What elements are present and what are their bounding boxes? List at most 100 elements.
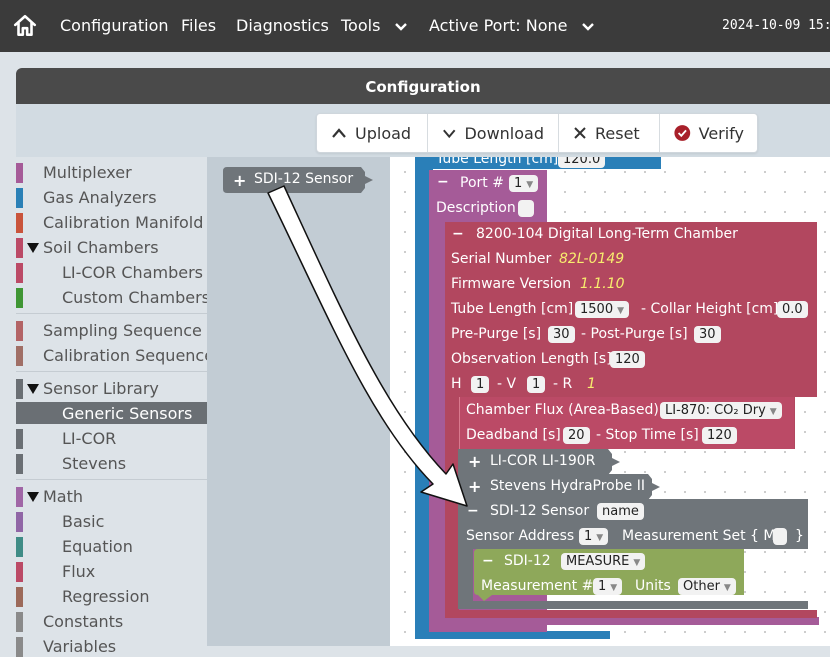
- sidebar-item-variables[interactable]: Variables: [16, 635, 207, 657]
- download-button[interactable]: Download: [428, 114, 559, 152]
- dropdown-arrow-icon: ▼: [723, 583, 731, 593]
- chevron-up-icon: [332, 128, 346, 138]
- dropdown-arrow-icon: ▼: [633, 558, 641, 568]
- upload-button[interactable]: Upload: [317, 114, 428, 152]
- category-color-bar: [16, 612, 23, 632]
- plus-icon[interactable]: +: [468, 452, 481, 471]
- sidebar-item-label: Basic: [62, 512, 105, 531]
- close-icon: [574, 127, 586, 139]
- sidebar-item-flux[interactable]: Flux: [16, 560, 207, 582]
- tube-length-value: 1500: [580, 302, 614, 317]
- home-icon[interactable]: [12, 13, 38, 39]
- prepurge-label: Pre-Purge [s]: [451, 326, 542, 342]
- check-circle-icon: [674, 125, 691, 141]
- sdi12-label: SDI-12: [504, 553, 551, 569]
- minus-icon[interactable]: −: [437, 174, 449, 190]
- sidebar-separator: [16, 479, 207, 480]
- postpurge-field[interactable]: 30: [694, 326, 721, 343]
- minus-icon[interactable]: −: [482, 553, 494, 569]
- sidebar-item-stevens[interactable]: Stevens: [16, 452, 207, 474]
- sidebar-item-licor[interactable]: LI-COR: [16, 427, 207, 449]
- serial-label: Serial Number: [451, 251, 552, 267]
- observation-length-field[interactable]: 120: [610, 351, 645, 368]
- plus-icon[interactable]: +: [233, 171, 246, 190]
- v-field[interactable]: 1: [527, 376, 546, 393]
- chamber-flux-dropdown[interactable]: LI-870: CO₂ Dry ▼: [660, 402, 782, 419]
- sdi12-name-field[interactable]: name: [597, 503, 644, 520]
- description-field[interactable]: [518, 200, 534, 217]
- stop-time-label: - Stop Time [s]: [596, 427, 699, 443]
- chamber-block-bottom: [445, 610, 817, 618]
- v-label: - V: [497, 376, 517, 392]
- firmware-value: 1.1.10: [580, 276, 625, 292]
- nav-files[interactable]: Files: [181, 16, 216, 35]
- port-label: Port #: [460, 175, 504, 191]
- tube-length-dropdown[interactable]: 1500 ▼: [575, 301, 630, 318]
- tube-length-label: Tube Length [cm]: [451, 301, 574, 317]
- sidebar-item-generic-sensors[interactable]: Generic Sensors: [16, 402, 207, 424]
- flyout-block-label[interactable]: SDI-12 Sensor: [254, 171, 353, 187]
- reset-button[interactable]: Reset: [559, 114, 660, 152]
- sidebar-item-math[interactable]: Math: [16, 485, 207, 507]
- sidebar-item-label: Generic Sensors: [62, 404, 193, 423]
- sidebar-item-sensor-library[interactable]: Sensor Library: [16, 377, 207, 399]
- description-label: Description: [436, 200, 516, 216]
- sdi12-sensor-title: SDI-12 Sensor: [490, 503, 590, 519]
- toolbar: Upload Download Reset Verify: [316, 113, 758, 153]
- prepurge-field[interactable]: 30: [548, 326, 575, 343]
- sidebar-item-calibration-manifold[interactable]: Calibration Manifold: [16, 211, 207, 233]
- category-color-bar: [16, 263, 23, 283]
- sidebar-item-licor-chambers[interactable]: LI-COR Chambers: [16, 261, 207, 283]
- deadband-field[interactable]: 20: [563, 427, 590, 444]
- sdi12-command-dropdown[interactable]: MEASURE ▼: [561, 553, 646, 570]
- nav-diagnostics[interactable]: Diagnostics: [236, 16, 329, 35]
- category-color-bar: [16, 487, 23, 507]
- category-color-bar: [16, 637, 23, 657]
- stop-time-field[interactable]: 120: [702, 427, 737, 444]
- measurement-set-field[interactable]: [773, 528, 787, 545]
- nav-configuration[interactable]: Configuration: [60, 16, 169, 35]
- sidebar-item-label: Calibration Manifold: [43, 213, 204, 232]
- verify-button[interactable]: Verify: [660, 114, 758, 152]
- nav-tools[interactable]: Tools: [341, 16, 408, 35]
- panel-header: Configuration: [16, 68, 830, 104]
- upload-label: Upload: [355, 123, 412, 143]
- category-color-bar: [16, 454, 23, 474]
- triangle-down-icon: [27, 492, 39, 502]
- sidebar-item-multiplexer[interactable]: Multiplexer: [16, 161, 207, 183]
- sidebar-item-equation[interactable]: Equation: [16, 535, 207, 557]
- nav-active-port[interactable]: Active Port: None: [429, 16, 595, 35]
- collar-height-field[interactable]: 0.0: [777, 301, 808, 318]
- sidebar-item-constants[interactable]: Constants: [16, 610, 207, 632]
- category-color-bar: [16, 562, 23, 582]
- sidebar-item-soil-chambers[interactable]: Soil Chambers: [16, 236, 207, 258]
- sidebar-item-sampling-sequence[interactable]: Sampling Sequence: [16, 319, 207, 341]
- sidebar-item-calibration-sequence[interactable]: Calibration Sequence: [16, 344, 214, 366]
- minus-icon[interactable]: −: [467, 503, 479, 519]
- sidebar-item-basic[interactable]: Basic: [16, 510, 207, 532]
- top-navbar: Configuration Files Diagnostics Tools Ac…: [0, 0, 830, 52]
- category-color-bar: [16, 429, 23, 449]
- measurement-number-dropdown[interactable]: 1 ▼: [593, 578, 623, 595]
- tube-length-top-field[interactable]: 120.0: [558, 157, 606, 168]
- sidebar-item-label: Equation: [62, 537, 133, 556]
- dropdown-arrow-icon: ▼: [769, 407, 777, 417]
- units-value: Other: [683, 579, 720, 594]
- sensor-address-dropdown[interactable]: 1 ▼: [579, 528, 609, 545]
- units-dropdown[interactable]: Other ▼: [678, 578, 736, 595]
- sidebar-item-gas-analyzers[interactable]: Gas Analyzers: [16, 186, 207, 208]
- sidebar-item-custom-chambers[interactable]: Custom Chambers: [16, 286, 210, 308]
- sidebar-item-label: Sampling Sequence: [43, 321, 202, 340]
- block-workspace[interactable]: Tube Length [cm] 120.0 − Port # 1 ▼ Descr…: [390, 157, 830, 646]
- sidebar-item-label: Sensor Library: [43, 379, 159, 398]
- plus-icon[interactable]: +: [468, 477, 481, 496]
- h-field[interactable]: 1: [471, 376, 490, 393]
- sidebar-item-label: Gas Analyzers: [43, 188, 157, 207]
- dropdown-arrow-icon: ▼: [526, 180, 534, 190]
- port-dropdown[interactable]: 1 ▼: [509, 175, 539, 192]
- timestamp: 2024-10-09 15:: [722, 18, 830, 33]
- reset-label: Reset: [595, 123, 640, 143]
- category-color-bar: [16, 537, 23, 557]
- minus-icon[interactable]: −: [452, 226, 464, 242]
- sidebar-item-regression[interactable]: Regression: [16, 585, 207, 607]
